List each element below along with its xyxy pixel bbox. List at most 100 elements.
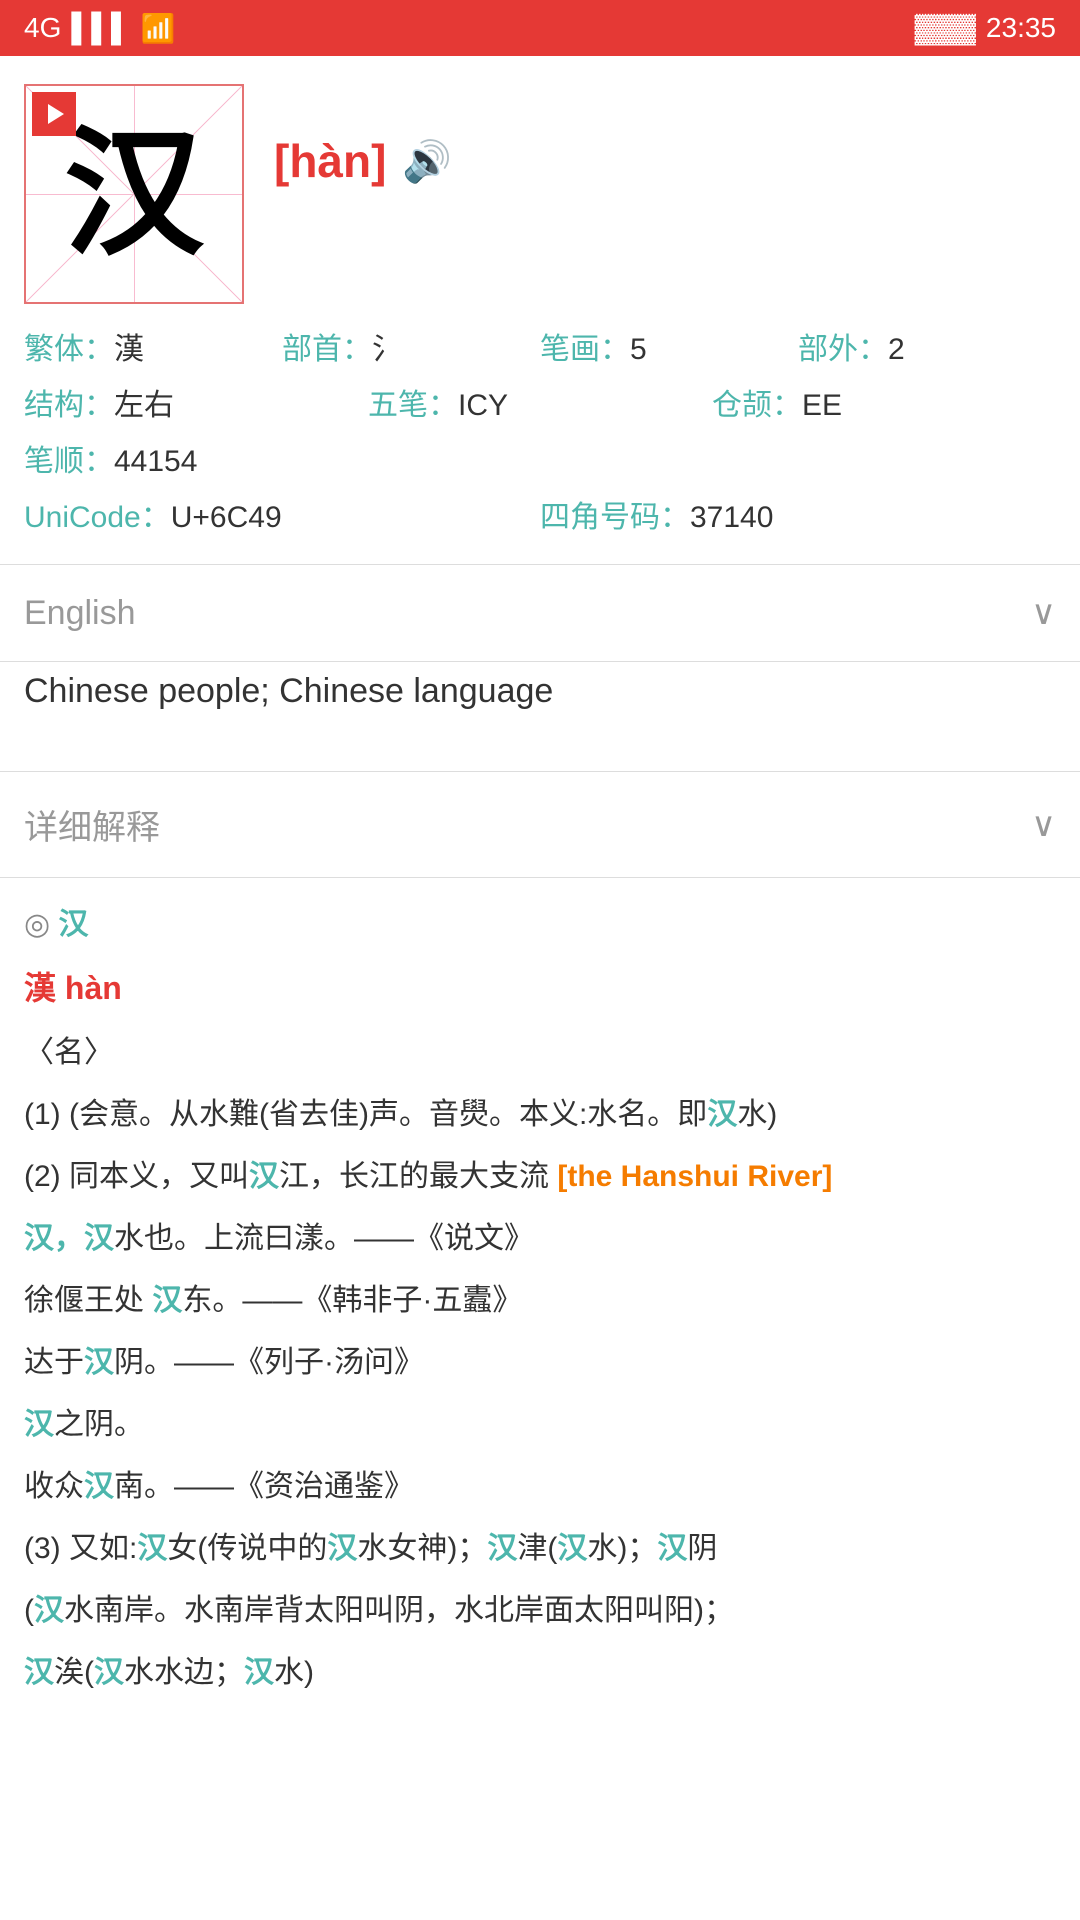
network-label: 4G	[24, 12, 61, 44]
detail-line7: 收众汉南。——《资治通鉴》	[24, 1460, 1056, 1514]
line3-end: 水也。上流曰漾。——《说文》	[114, 1222, 534, 1255]
radical-cell: 部首： 氵	[282, 324, 540, 368]
line8-mid2: 水女神)；	[357, 1532, 487, 1565]
line5-end: 阴。——《列子·汤问》	[114, 1346, 424, 1379]
outside-value: 2	[888, 333, 905, 367]
wubi-label: 五笔：	[368, 380, 458, 424]
detail-section-header[interactable]: 详细解释 ∨	[0, 772, 1080, 877]
cangjie-value: EE	[802, 389, 842, 423]
status-left: 4G ▌▌▌ 📶	[24, 12, 176, 45]
detail-content: ◎ 汉 漢 hàn 〈名〉 (1) (会意。从水難(省去佳)声。音燢。本义:水名…	[0, 878, 1080, 1728]
detail-line3: 汉，汉水也。上流曰漾。——《说文》	[24, 1212, 1056, 1266]
line9-end: 水南岸。水南岸背太阳叫阴，水北岸面太阳叫阳)；	[64, 1594, 734, 1627]
line5-han: 汉	[84, 1346, 114, 1379]
radical-value: 氵	[372, 324, 402, 368]
line9-start: (	[24, 1594, 34, 1627]
wubi-value: ICY	[458, 389, 508, 423]
detail-circle-char: ◎ 汉	[24, 898, 1056, 952]
line10-han1: 汉	[24, 1656, 54, 1689]
traditional-label: 繁体：	[24, 324, 114, 368]
line8-han2: 汉	[327, 1532, 357, 1565]
pinyin-text: [hàn]	[274, 134, 386, 188]
name-tag-text: 〈名〉	[24, 1036, 114, 1069]
battery-icon: ▓▓▓	[915, 12, 976, 44]
character-header: 汉 [hàn] 🔊	[0, 56, 1080, 324]
line4-text: 徐偃王处	[24, 1284, 152, 1317]
english-section-header[interactable]: English ∨	[0, 565, 1080, 661]
traditional-cell: 繁体： 漢	[24, 324, 282, 368]
english-content: Chinese people; Chinese language	[0, 662, 1080, 771]
fourcorner-value: 37140	[690, 501, 773, 535]
circle-symbol: ◎	[24, 908, 59, 941]
detail-nametag: 〈名〉	[24, 1026, 1056, 1080]
line8-han3: 汉	[487, 1532, 517, 1565]
headline-text: 漢 hàn	[24, 970, 122, 1006]
cangjie-label: 仓颉：	[712, 380, 802, 424]
info-table: 繁体： 漢 部首： 氵 笔画： 5 部外： 2 结构： 左右 五笔：	[0, 324, 1080, 564]
line1-han: 汉	[707, 1098, 737, 1131]
line8-start: (3) 又如:	[24, 1532, 137, 1565]
line8-mid3: 津(	[517, 1532, 557, 1565]
line10-last: 水)	[274, 1656, 314, 1689]
info-row-3: 笔顺： 44154	[24, 436, 1056, 480]
structure-cell: 结构： 左右	[24, 380, 368, 424]
wubi-cell: 五笔： ICY	[368, 380, 712, 424]
line3-han-start: 汉，	[24, 1222, 84, 1255]
line6-end: 之阴。	[54, 1408, 144, 1441]
line1-start: (1) (会意。从水難(省去佳)声。音燢。本义:水名。即	[24, 1098, 707, 1131]
detail-chevron: ∨	[1031, 805, 1056, 845]
fourcorner-cell: 四角号码： 37140	[540, 492, 1056, 536]
time-label: 23:35	[986, 12, 1056, 44]
line10-han2: 汉	[94, 1656, 124, 1689]
detail-line2: (2) 同本义，又叫汉江，长江的最大支流 [the Hanshui River]	[24, 1150, 1056, 1204]
character-box[interactable]: 汉	[24, 84, 244, 304]
line8-han5: 汉	[657, 1532, 687, 1565]
detail-headline: 漢 hàn	[24, 960, 1056, 1018]
english-label: English	[24, 594, 136, 633]
detail-line9: (汉水南岸。水南岸背太阳叫阴，水北岸面太阳叫阳)；	[24, 1584, 1056, 1638]
line8-mid1: 女(传说中的	[167, 1532, 327, 1565]
structure-label: 结构：	[24, 380, 114, 424]
unicode-cell: UniCode： U+6C49	[24, 492, 540, 536]
line3-han: 汉	[84, 1222, 114, 1255]
line10-end: 水水边；	[124, 1656, 244, 1689]
line6-han: 汉	[24, 1408, 54, 1441]
main-content: 汉 [hàn] 🔊 繁体： 漢 部首： 氵 笔画： 5 部外：	[0, 56, 1080, 1728]
play-button[interactable]	[32, 92, 76, 136]
wifi-icon: 📶	[141, 12, 176, 45]
line2-mid: 江，长江的最大支流	[279, 1160, 557, 1193]
line2-han: 汉	[249, 1160, 279, 1193]
status-bar: 4G ▌▌▌ 📶 ▓▓▓ 23:35	[0, 0, 1080, 56]
info-row-1: 繁体： 漢 部首： 氵 笔画： 5 部外： 2	[24, 324, 1056, 368]
line9-han: 汉	[34, 1594, 64, 1627]
detail-line6: 汉之阴。	[24, 1398, 1056, 1452]
english-definition: Chinese people; Chinese language	[24, 672, 553, 710]
signal-icon: ▌▌▌	[71, 12, 131, 44]
strokes-label: 笔画：	[540, 324, 630, 368]
detail-line10: 汉涘(汉水水边；汉水)	[24, 1646, 1056, 1700]
unicode-label: UniCode：	[24, 492, 171, 536]
cangjie-cell: 仓颉： EE	[712, 380, 1056, 424]
fourcorner-label: 四角号码：	[540, 492, 690, 536]
line7-han: 汉	[84, 1470, 114, 1503]
strokes-value: 5	[630, 333, 647, 367]
outside-label: 部外：	[798, 324, 888, 368]
line10-mid: 涘(	[54, 1656, 94, 1689]
line4-rest: 东。——《韩非子·五蠹》	[182, 1284, 522, 1317]
unicode-value: U+6C49	[171, 501, 282, 535]
line5-start: 达于	[24, 1346, 84, 1379]
line4-han: 汉	[152, 1284, 182, 1317]
detail-label: 详细解释	[24, 800, 160, 849]
line8-mid4: 水)；	[587, 1532, 657, 1565]
sound-icon[interactable]: 🔊	[402, 138, 452, 185]
line7-start: 收众	[24, 1470, 84, 1503]
line7-end: 南。——《资治通鉴》	[114, 1470, 414, 1503]
strokes-cell: 笔画： 5	[540, 324, 798, 368]
main-character: 汉	[64, 124, 204, 264]
detail-line8: (3) 又如:汉女(传说中的汉水女神)；汉津(汉水)；汉阴	[24, 1522, 1056, 1576]
line1-end: 水)	[737, 1098, 777, 1131]
strokeorder-label: 笔顺：	[24, 436, 114, 480]
detail-line4: 徐偃王处 汉东。——《韩非子·五蠹》	[24, 1274, 1056, 1328]
line2-orange: [the Hanshui River]	[557, 1160, 832, 1193]
info-row-4: UniCode： U+6C49 四角号码： 37140	[24, 492, 1056, 536]
